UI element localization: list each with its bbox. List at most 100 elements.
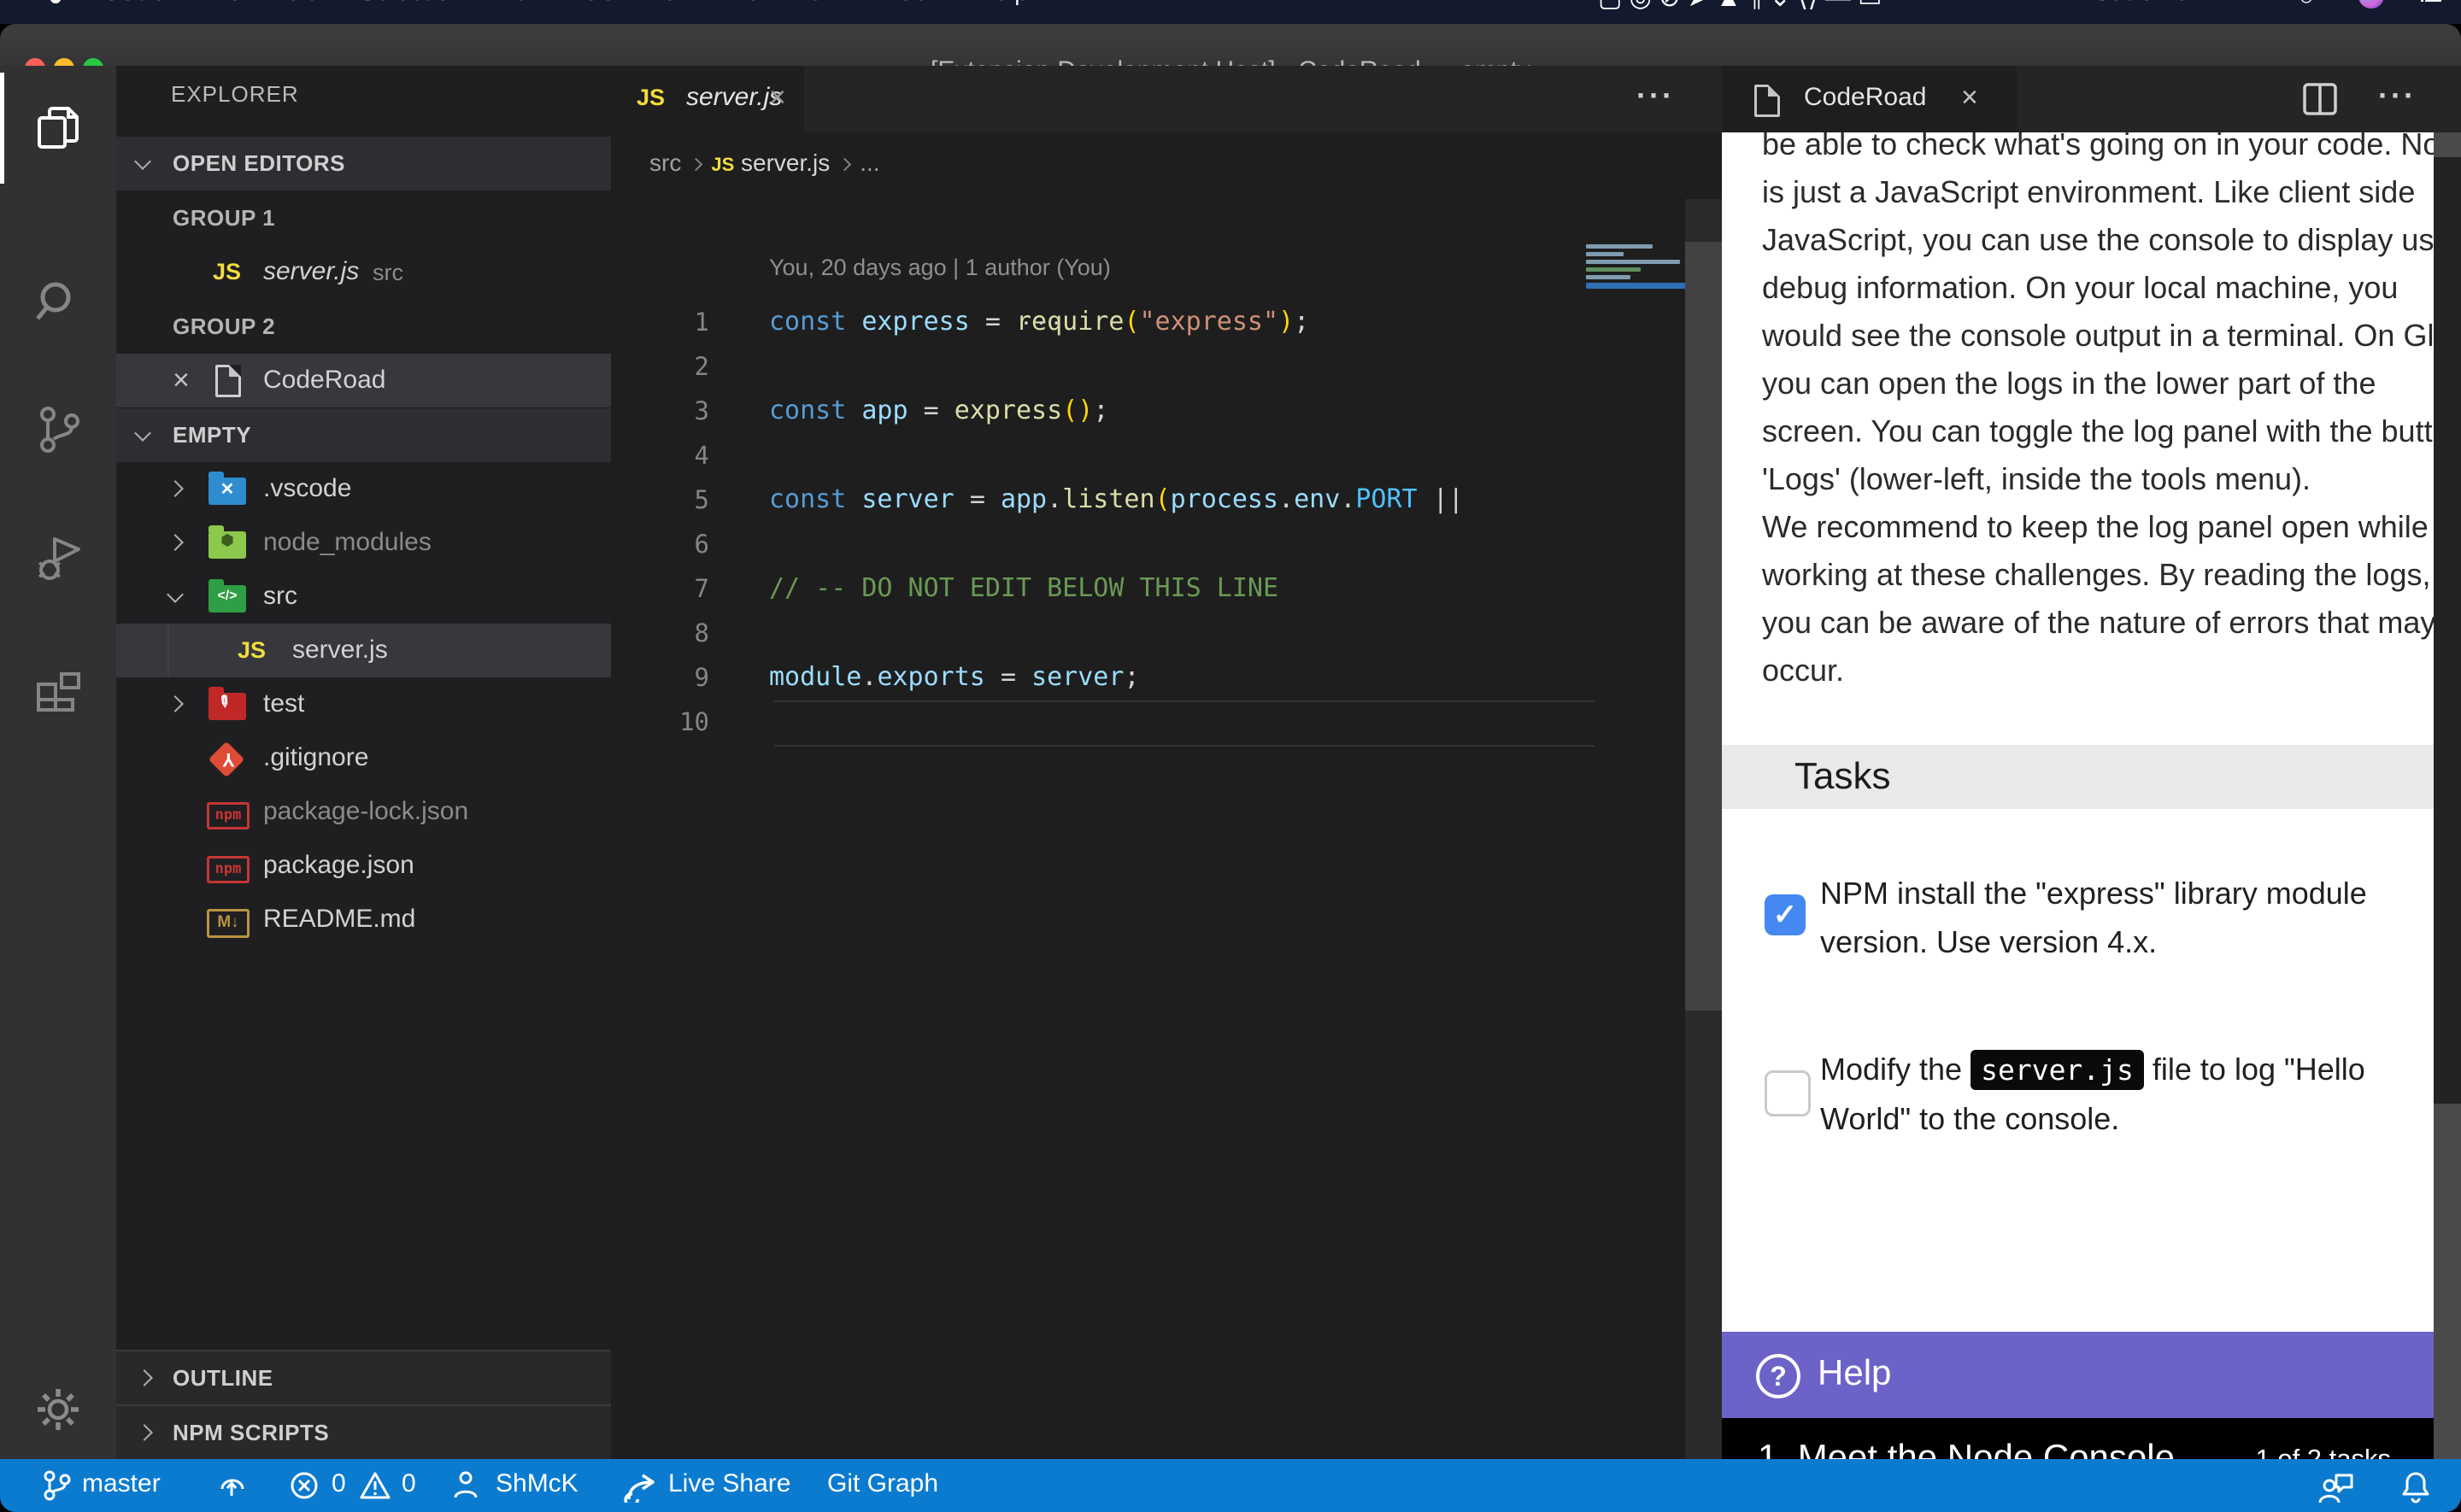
- chevron-right-icon: [167, 534, 184, 551]
- menu-file[interactable]: File: [201, 0, 242, 7]
- folder-root-header[interactable]: EMPTY: [116, 408, 611, 462]
- tree-item-readme[interactable]: M↓ README.md: [116, 893, 611, 946]
- live-share-label[interactable]: Live Share: [668, 1469, 790, 1498]
- notifications-bell-icon[interactable]: [2399, 1470, 2432, 1504]
- help-label: Help: [1818, 1352, 1891, 1393]
- tree-item-gitignore[interactable]: Y .gitignore: [116, 731, 611, 785]
- breadcrumb[interactable]: src JS server.js...: [649, 149, 880, 177]
- activity-bar: [0, 66, 116, 1459]
- menu-view[interactable]: View: [491, 0, 546, 7]
- tab-server-js[interactable]: JS server.js ×: [611, 66, 804, 132]
- js-file-icon: JS: [213, 259, 241, 285]
- chevron-right-icon: [136, 1369, 153, 1386]
- chevron-down-icon: [134, 425, 151, 442]
- menu-edit[interactable]: Edit: [270, 0, 314, 7]
- control-center-icon[interactable]: ≔: [2418, 0, 2444, 13]
- npm-scripts-section-header[interactable]: NPM SCRIPTS: [116, 1404, 611, 1460]
- help-bar[interactable]: ? Help: [1722, 1332, 2434, 1418]
- scrollbar-thumb[interactable]: [2434, 157, 2461, 1104]
- extensions-icon[interactable]: [34, 665, 82, 713]
- task2-checkbox[interactable]: [1765, 1070, 1811, 1116]
- explorer-title: EXPLORER: [171, 81, 299, 108]
- tree-item-package-json[interactable]: npm package.json: [116, 839, 611, 893]
- minimap[interactable]: [1586, 241, 1685, 369]
- menu-window[interactable]: Window: [855, 0, 947, 7]
- tree-item-package-lock[interactable]: npm package-lock.json: [116, 785, 611, 839]
- menu-help[interactable]: Help: [976, 0, 1029, 7]
- git-branch-icon[interactable]: [41, 1470, 72, 1501]
- run-debug-icon[interactable]: [34, 536, 82, 583]
- open-editors-header[interactable]: OPEN EDITORS: [116, 137, 611, 190]
- breadcrumb-src[interactable]: src: [649, 149, 681, 176]
- warning-count[interactable]: 0: [402, 1469, 416, 1498]
- editor-vertical-scrollbar[interactable]: [1685, 199, 1722, 1459]
- feedback-icon[interactable]: [2317, 1470, 2355, 1504]
- close-icon[interactable]: ×: [173, 366, 190, 395]
- menubar-status-icons[interactable]: ▢ ◎ ⊘ ➤ ▲ ¶ ⌄ ⟨⟩ — ▭: [1598, 0, 1882, 13]
- code-editor[interactable]: src JS server.js... You, 20 days ago | 1 …: [611, 132, 1722, 1459]
- menu-terminal[interactable]: Terminal: [733, 0, 830, 7]
- editor-actions-more-icon[interactable]: ···: [1636, 78, 1675, 114]
- settings-gear-icon[interactable]: [34, 1386, 82, 1433]
- branch-name[interactable]: master: [82, 1469, 161, 1498]
- menu-run[interactable]: Run: [645, 0, 692, 7]
- menu-go[interactable]: Go: [581, 0, 615, 7]
- codelens-annotation[interactable]: You, 20 days ago | 1 author (You): [769, 255, 1111, 281]
- panel-scrollbar[interactable]: [2434, 132, 2461, 1459]
- outline-section-header[interactable]: OUTLINE: [116, 1350, 611, 1405]
- spotlight-icon[interactable]: ○: [2299, 0, 2314, 12]
- apple-menu-icon[interactable]: ●: [48, 0, 63, 12]
- panel-tab-bar: CodeRoad × ···: [1722, 66, 2461, 132]
- explorer-sidebar: EXPLORER OPEN EDITORS GROUP 1 JS server.…: [116, 66, 611, 1459]
- npm-icon: npm: [207, 856, 250, 883]
- tree-item-test[interactable]: ✎ test: [116, 677, 611, 731]
- code-content[interactable]: const express = require("express");const…: [769, 300, 1464, 744]
- chevron-right-icon: [136, 1424, 153, 1441]
- scrollbar-thumb[interactable]: [1685, 242, 1722, 1011]
- live-share-icon[interactable]: [622, 1470, 656, 1503]
- breadcrumb-file[interactable]: server.js: [741, 149, 830, 176]
- task1-checkbox[interactable]: ✓: [1765, 894, 1806, 935]
- search-icon[interactable]: [34, 278, 82, 325]
- user-name[interactable]: ShMcK: [496, 1469, 579, 1498]
- open-editor-server-js[interactable]: JS server.js src: [116, 245, 611, 299]
- minimap-line: [1586, 252, 1624, 256]
- group2-label: GROUP 2: [173, 314, 275, 340]
- siri-icon[interactable]: [2358, 0, 2384, 9]
- git-branch-glyph: Y: [222, 748, 235, 771]
- js-file-icon: JS: [238, 637, 266, 664]
- menu-selection[interactable]: Selection: [359, 0, 464, 7]
- task2-text: Modify the server.js file to log "Hello …: [1820, 1045, 2434, 1143]
- tree-item-src[interactable]: </> src: [116, 570, 611, 624]
- menu-code[interactable]: Code: [102, 0, 166, 7]
- panel-actions-more-icon[interactable]: ···: [2378, 78, 2417, 114]
- split-editor-icon[interactable]: [2303, 83, 2337, 115]
- coderoad-webview: be able to check what's going on in your…: [1722, 132, 2434, 1498]
- sync-icon[interactable]: [215, 1470, 248, 1501]
- explorer-icon[interactable]: [34, 104, 82, 152]
- open-editors-label: OPEN EDITORS: [173, 150, 345, 177]
- git-graph-label[interactable]: Git Graph: [827, 1469, 938, 1498]
- task1-text: NPM install the "express" library module…: [1820, 869, 2434, 966]
- tree-item-vscode[interactable]: ✕ .vscode: [116, 462, 611, 516]
- open-editor-coderoad[interactable]: × CodeRoad: [116, 354, 611, 407]
- errors-icon[interactable]: [289, 1470, 320, 1501]
- tab-coderoad[interactable]: CodeRoad ×: [1722, 66, 2017, 132]
- close-tab-icon[interactable]: ×: [769, 83, 786, 112]
- source-control-icon[interactable]: [34, 406, 82, 454]
- menubar-clock[interactable]: Sat 6:45 PM: [2094, 0, 2235, 7]
- group1-label: GROUP 1: [173, 205, 275, 231]
- warnings-icon[interactable]: [359, 1470, 391, 1501]
- macos-menubar: ● Code File Edit Selection View Go Run T…: [0, 0, 2461, 24]
- user-icon[interactable]: [451, 1470, 480, 1501]
- breadcrumb-more[interactable]: ...: [860, 149, 879, 176]
- js-file-icon: JS: [711, 154, 734, 175]
- tree-item-node-modules[interactable]: ⬢ node_modules: [116, 516, 611, 570]
- error-count[interactable]: 0: [332, 1469, 346, 1498]
- close-tab-icon[interactable]: ×: [1961, 83, 1978, 112]
- tree-item-server-js[interactable]: JS server.js: [116, 624, 611, 677]
- open-editors-group1: GROUP 1: [116, 191, 611, 245]
- minimap-current-line: [1586, 283, 1685, 289]
- js-file-icon: JS: [637, 85, 665, 111]
- help-icon: ?: [1756, 1354, 1800, 1398]
